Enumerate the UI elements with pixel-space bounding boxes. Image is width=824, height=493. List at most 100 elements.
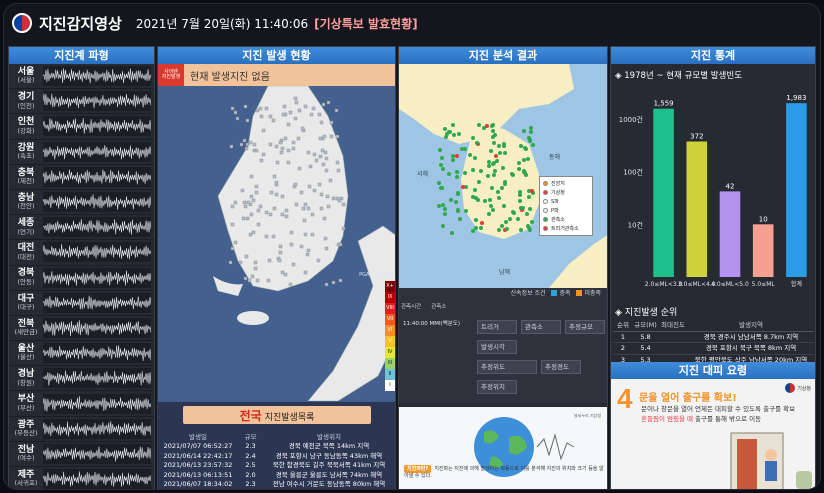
- seismograph-row[interactable]: 전남 (여수): [9, 442, 154, 467]
- seismic-station-marker[interactable]: [319, 192, 324, 197]
- station-marker[interactable]: [501, 166, 505, 170]
- seismic-station-marker[interactable]: [251, 198, 256, 203]
- seismic-station-marker[interactable]: [329, 134, 334, 139]
- seismic-station-marker[interactable]: [243, 204, 248, 209]
- seismic-station-marker[interactable]: [259, 158, 264, 163]
- seismic-station-marker[interactable]: [261, 152, 266, 157]
- station-marker[interactable]: [519, 228, 523, 232]
- seismic-station-marker[interactable]: [331, 280, 336, 285]
- station-marker[interactable]: [454, 200, 458, 204]
- seismic-station-marker[interactable]: [286, 122, 291, 127]
- seismic-station-marker[interactable]: [334, 108, 339, 113]
- station-marker[interactable]: [460, 147, 464, 151]
- station-marker[interactable]: [491, 208, 495, 212]
- seismic-station-marker[interactable]: [288, 110, 293, 115]
- station-marker[interactable]: [526, 157, 530, 161]
- seismic-station-marker[interactable]: [316, 258, 321, 263]
- seismic-station-marker[interactable]: [255, 278, 260, 283]
- station-marker[interactable]: [517, 161, 521, 165]
- station-marker[interactable]: [471, 229, 475, 233]
- station-marker[interactable]: [517, 167, 521, 171]
- station-marker[interactable]: [491, 135, 495, 139]
- seismograph-row[interactable]: 충남 (천안): [9, 190, 154, 216]
- seismic-station-marker[interactable]: [244, 254, 249, 259]
- seismic-station-marker[interactable]: [289, 230, 294, 235]
- seismic-station-marker[interactable]: [230, 106, 235, 111]
- station-marker[interactable]: [477, 123, 481, 127]
- seismic-station-marker[interactable]: [233, 110, 238, 115]
- seismic-station-marker[interactable]: [318, 136, 323, 141]
- seismic-station-marker[interactable]: [247, 278, 252, 283]
- seismograph-row[interactable]: 경남 (창원): [9, 366, 154, 392]
- seismic-station-marker[interactable]: [331, 196, 336, 201]
- seismic-station-marker[interactable]: [321, 162, 326, 167]
- station-marker[interactable]: [502, 142, 506, 146]
- station-marker[interactable]: [522, 158, 526, 162]
- station-marker[interactable]: [443, 127, 447, 131]
- seismic-station-marker[interactable]: [303, 202, 308, 207]
- earthquake-row[interactable]: 2021/06/13 06:13:51 2.0 경북 울릉군 울릉도 남서쪽 74k…: [158, 471, 395, 481]
- trigger-station-marker[interactable]: [480, 221, 484, 225]
- earthquake-row[interactable]: 2021/06/13 23:57:32 2.5 북한 함경북도 길주 북북서쪽 41…: [158, 461, 395, 471]
- seismograph-row[interactable]: 광주 (무등산): [9, 417, 154, 442]
- seismograph-row[interactable]: 서울 (서울): [9, 64, 154, 90]
- station-marker[interactable]: [524, 147, 528, 151]
- earthquake-row[interactable]: 2021/06/07 18:34:02 2.3 전남 여수시 거문도 동남동쪽 80…: [158, 480, 395, 489]
- seismic-station-marker[interactable]: [306, 248, 311, 253]
- seismograph-row[interactable]: 경북 (안동): [9, 266, 154, 291]
- seismic-station-marker[interactable]: [248, 140, 253, 145]
- seismic-station-marker[interactable]: [249, 174, 254, 179]
- station-marker[interactable]: [530, 220, 534, 224]
- seismic-station-marker[interactable]: [307, 184, 312, 189]
- station-marker[interactable]: [451, 123, 455, 127]
- station-marker[interactable]: [456, 192, 460, 196]
- station-marker[interactable]: [493, 169, 497, 173]
- seismic-station-marker[interactable]: [235, 116, 240, 121]
- station-marker[interactable]: [468, 153, 472, 157]
- seismic-station-marker[interactable]: [274, 144, 279, 149]
- rank-row[interactable]: 1 5.8 경북 경주시 남남서쪽 8.7km 지역: [613, 332, 814, 344]
- seismic-station-marker[interactable]: [306, 150, 311, 155]
- station-marker[interactable]: [487, 164, 491, 168]
- field-est-location[interactable]: 추정위치: [477, 380, 517, 394]
- station-marker[interactable]: [505, 227, 509, 231]
- seismic-station-marker[interactable]: [335, 160, 340, 165]
- seismic-station-marker[interactable]: [274, 192, 279, 197]
- seismic-station-marker[interactable]: [243, 104, 248, 109]
- station-marker[interactable]: [522, 129, 526, 133]
- seismic-station-marker[interactable]: [280, 146, 285, 151]
- seismic-station-marker[interactable]: [317, 182, 322, 187]
- station-marker[interactable]: [455, 175, 459, 179]
- field-est-magnitude[interactable]: 추정규모: [565, 320, 605, 334]
- seismic-station-marker[interactable]: [297, 166, 302, 171]
- seismic-station-marker[interactable]: [311, 106, 316, 111]
- seismic-station-marker[interactable]: [319, 206, 324, 211]
- seismic-station-marker[interactable]: [284, 208, 289, 213]
- station-marker[interactable]: [456, 208, 460, 212]
- seismic-station-marker[interactable]: [258, 106, 263, 111]
- station-marker[interactable]: [486, 174, 490, 178]
- seismic-station-marker[interactable]: [322, 134, 327, 139]
- seismic-station-marker[interactable]: [272, 174, 277, 179]
- station-marker[interactable]: [437, 181, 441, 185]
- seismograph-row[interactable]: 충북 (제천): [9, 165, 154, 190]
- station-marker[interactable]: [527, 136, 531, 140]
- seismic-station-marker[interactable]: [291, 146, 296, 151]
- station-marker[interactable]: [508, 217, 512, 221]
- station-marker[interactable]: [449, 198, 453, 202]
- seismic-station-marker[interactable]: [299, 190, 304, 195]
- seismic-station-marker[interactable]: [283, 136, 288, 141]
- seismic-station-marker[interactable]: [245, 142, 250, 147]
- seismic-station-marker[interactable]: [240, 188, 245, 193]
- seismic-station-marker[interactable]: [310, 212, 315, 217]
- seismic-station-marker[interactable]: [286, 148, 291, 153]
- station-marker[interactable]: [492, 141, 496, 145]
- station-marker[interactable]: [529, 126, 533, 130]
- seismic-station-marker[interactable]: [323, 236, 328, 241]
- seismic-station-marker[interactable]: [230, 246, 235, 251]
- trigger-station-marker[interactable]: [530, 189, 534, 193]
- seismic-station-marker[interactable]: [269, 190, 274, 195]
- station-marker[interactable]: [458, 217, 462, 221]
- field-est-latitude[interactable]: 추정위도: [477, 360, 537, 374]
- station-marker[interactable]: [440, 156, 444, 160]
